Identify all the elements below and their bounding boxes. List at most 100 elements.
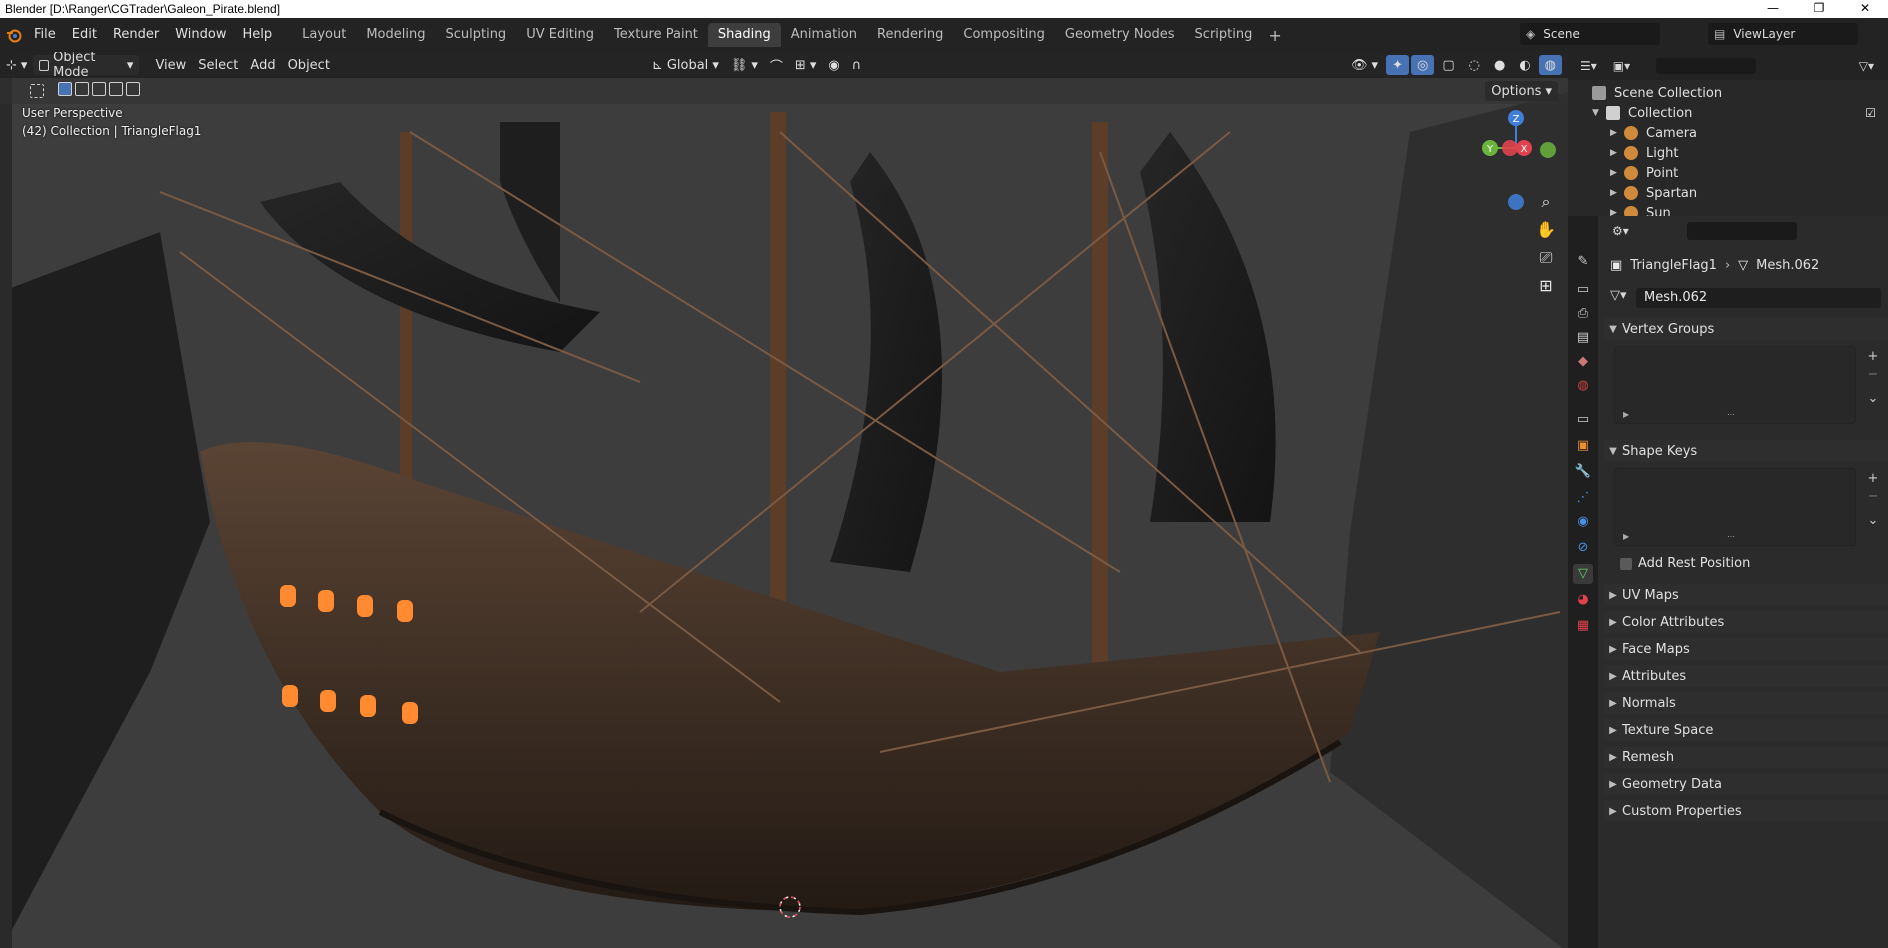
list-resize-grip-icon[interactable]: ⋯: [1727, 410, 1735, 419]
snap-button[interactable]: ⌒: [764, 55, 789, 75]
menu-add[interactable]: Add: [244, 55, 281, 75]
snap-target-button[interactable]: ⊞ ▾: [789, 55, 822, 75]
menu-file[interactable]: File: [26, 24, 64, 46]
outliner-scene-collection[interactable]: Scene Collection: [1592, 83, 1888, 103]
outliner-item-point[interactable]: ▶ Point ◉: [1610, 163, 1888, 183]
tab-shading[interactable]: Shading: [707, 23, 781, 47]
properties-search-field[interactable]: [1686, 222, 1797, 240]
collection-tab-icon[interactable]: ▭: [1573, 410, 1593, 430]
tab-layout[interactable]: Layout: [292, 23, 356, 47]
panel-texture-space[interactable]: ▶ Texture Space: [1604, 719, 1888, 741]
scene-tab-icon[interactable]: ◆: [1573, 352, 1593, 372]
vertex-group-specials-button[interactable]: ⌄: [1864, 390, 1882, 408]
3d-viewport[interactable]: ⊹ ▾ Object Mode ▾ View Select Add Object …: [0, 52, 1568, 948]
shading-material-button[interactable]: ◐: [1513, 55, 1536, 75]
pivot-point-button[interactable]: ⛓ ▾: [725, 55, 764, 75]
select-extend-icon[interactable]: [75, 82, 89, 96]
properties-editor-icon[interactable]: ⚙▾: [1612, 224, 1629, 238]
physics-tab-icon[interactable]: ◉: [1573, 512, 1593, 532]
zoom-icon[interactable]: ⌕: [1534, 190, 1558, 214]
shading-solid-button[interactable]: ●: [1488, 55, 1511, 75]
tab-rendering[interactable]: Rendering: [867, 23, 953, 47]
add-shape-key-button[interactable]: +: [1864, 470, 1882, 488]
tab-texture-paint[interactable]: Texture Paint: [604, 23, 708, 47]
modifier-tab-icon[interactable]: 🔧: [1573, 462, 1593, 482]
world-tab-icon[interactable]: ◍: [1573, 376, 1593, 396]
panel-color-attributes[interactable]: ▶ Color Attributes: [1604, 611, 1888, 633]
display-mode-icon[interactable]: ▣▾: [1613, 59, 1630, 73]
panel-attributes[interactable]: ▶ Attributes: [1604, 665, 1888, 687]
expand-chevron-icon[interactable]: ▶: [1610, 188, 1624, 198]
tab-scripting[interactable]: Scripting: [1185, 23, 1263, 47]
blender-logo-icon[interactable]: [6, 27, 22, 43]
panel-face-maps[interactable]: ▶ Face Maps: [1604, 638, 1888, 660]
panel-uv-maps[interactable]: ▶ UV Maps: [1604, 584, 1888, 606]
remove-vertex-group-button[interactable]: −: [1864, 366, 1882, 384]
tool-tab-icon[interactable]: ✎: [1573, 252, 1593, 272]
panel-vertex-groups[interactable]: ▼ Vertex Groups: [1604, 318, 1888, 340]
transform-orientation-selector[interactable]: ⊾ Global ▾: [646, 55, 725, 75]
grid-toggle-icon[interactable]: ⊞: [1534, 274, 1558, 298]
expand-chevron-icon[interactable]: ▶: [1610, 128, 1624, 138]
menu-help[interactable]: Help: [235, 24, 281, 46]
outliner-item-light[interactable]: ▶ Light ◉: [1610, 143, 1888, 163]
select-subtract-icon[interactable]: [92, 82, 106, 96]
scene-selector[interactable]: ◈ Scene: [1520, 23, 1660, 45]
add-vertex-group-button[interactable]: +: [1864, 348, 1882, 366]
menu-object[interactable]: Object: [282, 55, 336, 75]
pan-hand-icon[interactable]: ✋: [1534, 218, 1558, 242]
select-invert-icon[interactable]: [109, 82, 123, 96]
outliner-item-camera[interactable]: ▶ Camera ◉: [1610, 123, 1888, 143]
select-intersect-icon[interactable]: [126, 82, 140, 96]
material-tab-icon[interactable]: ◕: [1573, 590, 1593, 610]
mesh-data-tab-icon[interactable]: ▽: [1573, 564, 1593, 584]
tab-compositing[interactable]: Compositing: [953, 23, 1055, 47]
tab-geometry-nodes[interactable]: Geometry Nodes: [1055, 23, 1185, 47]
add-rest-position-row[interactable]: Add Rest Position: [1620, 556, 1750, 571]
minimize-button[interactable]: —: [1750, 0, 1796, 18]
list-expand-icon[interactable]: ▶: [1623, 532, 1629, 541]
panel-shape-keys[interactable]: ▼ Shape Keys: [1604, 440, 1888, 462]
vertex-groups-list[interactable]: ▶ ⋯: [1614, 346, 1856, 424]
outliner-item-spartan[interactable]: ▶ Spartan ◉: [1610, 183, 1888, 203]
restore-button[interactable]: ❐: [1796, 0, 1842, 18]
falloff-button[interactable]: ∩: [846, 55, 868, 75]
add-workspace-button[interactable]: +: [1262, 26, 1287, 45]
close-button[interactable]: ✕: [1842, 0, 1888, 18]
camera-view-icon[interactable]: ⎚: [1534, 246, 1558, 270]
tab-modeling[interactable]: Modeling: [356, 23, 435, 47]
tab-sculpting[interactable]: Sculpting: [435, 23, 516, 47]
list-expand-icon[interactable]: ▶: [1623, 410, 1629, 419]
output-tab-icon[interactable]: ⎙: [1573, 304, 1593, 324]
view-layer-selector[interactable]: ▤ ViewLayer: [1708, 23, 1858, 45]
menu-select[interactable]: Select: [192, 55, 244, 75]
select-new-icon[interactable]: [58, 82, 72, 96]
panel-geometry-data[interactable]: ▶ Geometry Data: [1604, 773, 1888, 795]
options-dropdown[interactable]: Options ▾: [1485, 81, 1558, 101]
outliner-collection[interactable]: ▼ Collection ☑ ◉: [1592, 103, 1888, 123]
render-tab-icon[interactable]: ▭: [1573, 280, 1593, 300]
menu-edit[interactable]: Edit: [64, 24, 105, 46]
view-layer-tab-icon[interactable]: ▤: [1573, 328, 1593, 348]
remove-shape-key-button[interactable]: −: [1864, 488, 1882, 506]
panel-custom-properties[interactable]: ▶ Custom Properties: [1604, 800, 1888, 822]
particles-tab-icon[interactable]: ⋰: [1573, 488, 1593, 508]
filter-icon[interactable]: ▽▾: [1859, 59, 1888, 73]
gizmo-toggle-button[interactable]: ✦: [1386, 55, 1409, 75]
shape-keys-list[interactable]: ▶ ⋯: [1614, 468, 1856, 546]
object-tab-icon[interactable]: ▣: [1573, 436, 1593, 456]
shading-wireframe-button[interactable]: ◌: [1463, 55, 1486, 75]
panel-normals[interactable]: ▶ Normals: [1604, 692, 1888, 714]
collection-checkbox-icon[interactable]: ☑: [1865, 106, 1876, 120]
tab-animation[interactable]: Animation: [781, 23, 867, 47]
panel-remesh[interactable]: ▶ Remesh: [1604, 746, 1888, 768]
menu-view[interactable]: View: [149, 55, 192, 75]
mode-selector[interactable]: Object Mode ▾: [33, 52, 140, 80]
expand-chevron-icon[interactable]: ▼: [1592, 108, 1606, 118]
shading-rendered-button[interactable]: ◍: [1538, 55, 1562, 75]
expand-chevron-icon[interactable]: ▶: [1610, 168, 1624, 178]
visibility-button[interactable]: 👁 ▾: [1345, 55, 1384, 75]
select-tool-button[interactable]: [24, 81, 50, 101]
proportional-edit-button[interactable]: ◉: [822, 55, 845, 75]
mesh-name-field[interactable]: Mesh.062: [1636, 288, 1881, 308]
